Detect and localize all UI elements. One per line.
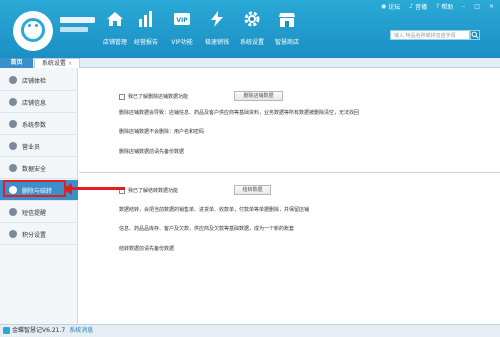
nav-business-report[interactable]: 经营报告 bbox=[127, 10, 165, 54]
carryover-section: 我已了解结转数据功能 结转数据 数据结转，会把当前数据的销售单、进货单、收款单，… bbox=[79, 172, 500, 272]
delete-desc-2: 删除店铺数据不会删除：用户名和密码 bbox=[119, 129, 205, 135]
top-banner: ▾ 店铺管理 经营报告 VIP VIP功能 极速销钱 系统设置 智慧商店 ◉ 论… bbox=[0, 0, 500, 58]
sidebar-item-system-params[interactable]: 系统参数 bbox=[0, 114, 78, 135]
carryover-desc-2: 信息、药品品库存、客户及欠款，供应商及欠款等基础数据，成为一个新的账套 bbox=[119, 226, 295, 232]
delete-confirm-checkbox[interactable] bbox=[119, 93, 125, 100]
status-bar: 金蝶智慧记V6.21.7 系统消息 bbox=[0, 324, 500, 337]
sidebar-item-store-info[interactable]: 店铺信息 bbox=[0, 92, 78, 113]
delete-store-data-section: 我已了解删除店铺数据功能 删除店铺数据 删除店铺数据会导致：店铺信息、药品及客户… bbox=[79, 84, 500, 182]
vip-card-icon: VIP bbox=[173, 10, 191, 28]
carryover-confirm-row[interactable]: 我已了解结转数据功能 bbox=[119, 187, 178, 194]
search-icon bbox=[471, 31, 479, 39]
nav-label: 经营报告 bbox=[133, 39, 158, 46]
search-input[interactable]: 输入 特品名称或拼音首字母 bbox=[390, 30, 470, 40]
nav-system-settings[interactable]: 系统设置 bbox=[233, 10, 271, 54]
close-button[interactable]: × bbox=[489, 3, 494, 10]
nav-quick-sale[interactable]: 极速销钱 bbox=[198, 10, 236, 54]
forum-link[interactable]: ◉ 论坛 bbox=[381, 2, 400, 11]
delete-confirm-row[interactable]: 我已了解删除店铺数据功能 bbox=[119, 93, 188, 100]
maximize-button[interactable]: □ bbox=[474, 3, 480, 10]
app-icon bbox=[3, 327, 10, 334]
tab-label: 系统设置 bbox=[41, 60, 66, 67]
tab-bar: 首页 系统设置 × bbox=[0, 58, 500, 68]
home-icon bbox=[106, 10, 124, 28]
chevron-down-icon[interactable]: ▾ bbox=[90, 17, 93, 24]
app-logo bbox=[13, 11, 53, 51]
sidebar-item-data-security[interactable]: 数据安全 bbox=[0, 158, 78, 179]
carryover-desc-3: 结转数据前请先备份数据 bbox=[119, 246, 175, 252]
nav-smart-store[interactable]: 智慧商店 bbox=[268, 10, 306, 54]
sms-icon bbox=[9, 208, 17, 216]
sound-link[interactable]: ♪ 音播 bbox=[409, 2, 427, 11]
tab-system-settings[interactable]: 系统设置 × bbox=[34, 58, 80, 68]
delete-store-data-button[interactable]: 删除店铺数据 bbox=[234, 91, 283, 101]
sidebar-item-staff[interactable]: 营业员 bbox=[0, 136, 78, 157]
check-icon bbox=[9, 76, 17, 84]
info-icon bbox=[9, 98, 17, 106]
svg-text:VIP: VIP bbox=[176, 17, 188, 24]
user-icon bbox=[9, 142, 17, 150]
delete-desc-1: 删除店铺数据会导致：店铺信息、药品及客户供应商等基础资料，业务数据等所有数据被删… bbox=[119, 110, 360, 116]
nav-label: 智慧商店 bbox=[274, 39, 299, 46]
sidebar-item-sms[interactable]: 短信提醒 bbox=[0, 202, 78, 223]
store-icon bbox=[278, 10, 296, 28]
delete-desc-3: 删除店铺数据前请先备份数据 bbox=[119, 149, 185, 155]
help-link[interactable]: ? 帮助 bbox=[436, 2, 453, 11]
top-links: ◉ 论坛 ♪ 音播 ? 帮助 – □ × bbox=[381, 2, 494, 11]
store-subtitle bbox=[60, 27, 88, 32]
shield-icon bbox=[9, 164, 17, 172]
annotation-arrow bbox=[66, 187, 125, 190]
carryover-desc-1: 数据结转，会把当前数据的销售单、进货单、收款单，付款单等单据删除，并保留店铺 bbox=[119, 207, 310, 213]
tab-home[interactable]: 首页 bbox=[0, 58, 33, 68]
help-icon: ? bbox=[436, 3, 440, 10]
nav-label: VIP功能 bbox=[171, 39, 193, 46]
speaker-icon: ♪ bbox=[409, 3, 414, 10]
system-message-link[interactable]: 系统消息 bbox=[69, 327, 93, 334]
close-icon[interactable]: × bbox=[68, 61, 72, 67]
sidebar-item-points[interactable]: 积分设置 bbox=[0, 224, 78, 245]
forum-icon: ◉ bbox=[380, 3, 387, 10]
highlight-box bbox=[3, 180, 66, 197]
app-version: 金蝶智慧记V6.21.7 bbox=[12, 327, 66, 334]
main-content: 我已了解删除店铺数据功能 删除店铺数据 删除店铺数据会导致：店铺信息、药品及客户… bbox=[79, 68, 500, 324]
bar-chart-icon bbox=[137, 10, 155, 28]
gear-icon bbox=[9, 120, 17, 128]
gear-icon bbox=[243, 10, 261, 28]
sidebar-item-store-check[interactable]: 店铺体检 bbox=[0, 70, 78, 91]
carryover-data-button[interactable]: 结转数据 bbox=[234, 185, 271, 195]
points-icon bbox=[9, 230, 17, 238]
nav-vip[interactable]: VIP VIP功能 bbox=[163, 10, 201, 54]
minimize-button[interactable]: – bbox=[462, 3, 465, 10]
nav-label: 系统设置 bbox=[239, 39, 264, 46]
arrow-head-icon bbox=[63, 183, 72, 195]
nav-label: 极速销钱 bbox=[204, 39, 229, 46]
lightning-icon bbox=[208, 10, 226, 28]
search-button[interactable] bbox=[470, 30, 480, 40]
